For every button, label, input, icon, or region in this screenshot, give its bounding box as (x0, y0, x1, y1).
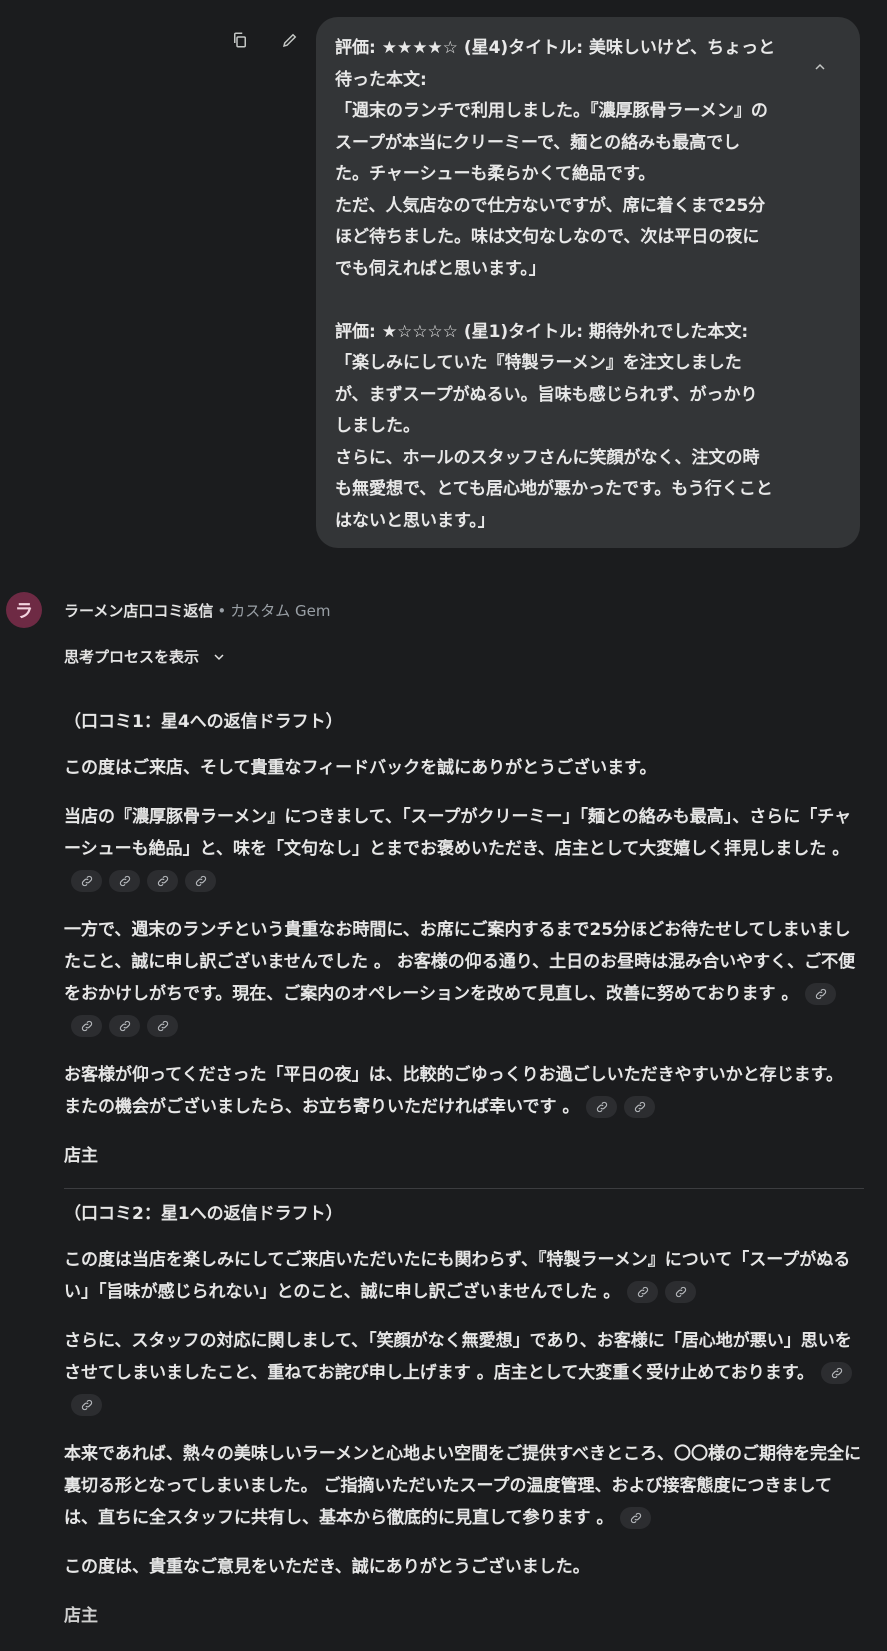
paragraph-text: 本来であれば、熱々の美味しいラーメンと心地よい空間をご提供すべきところ、〇〇様の… (64, 1444, 861, 1528)
gem-avatar: ラ (6, 592, 42, 628)
message-line: が、まずスープがぬるい。旨味も感じられず、がっかり (335, 384, 758, 405)
chevron-down-icon (214, 653, 224, 660)
citation-link-icon[interactable] (821, 1362, 853, 1384)
message-line: ただ、人気店なので仕方ないですが、席に着くまで25分 (335, 195, 766, 216)
citation-link-icon[interactable] (620, 1507, 652, 1529)
citation-chips (579, 1096, 656, 1118)
draft1-heading: （口コミ1：星4への返信ドラフト） (64, 712, 343, 732)
draft1-signature: 店主 (64, 1146, 98, 1166)
paragraph-text: この度は当店を楽しみにしてご来店いただいたにも関わらず、『特製ラーメン』について… (64, 1250, 851, 1302)
gem-header: ラ ラーメン店口コミ返信 • カスタム Gem (6, 592, 331, 628)
citation-link-icon[interactable] (71, 870, 102, 892)
citation-link-icon[interactable] (147, 870, 178, 892)
citation-link-icon[interactable] (109, 870, 140, 892)
citation-link-icon[interactable] (185, 870, 216, 892)
paragraph-text: 一方で、週末のランチという貴重なお時間に、お席にご案内するまで25分ほどお待たせ… (64, 920, 856, 1004)
citation-link-icon[interactable] (627, 1281, 659, 1303)
citation-link-icon[interactable] (586, 1096, 618, 1118)
copy-icon[interactable] (226, 26, 254, 54)
message-line: スープが本当にクリーミーで、麺との絡みも最高でし (335, 132, 741, 153)
message-line: 評価: ★☆☆☆☆ (星1)タイトル: 期待外れでした本文: (335, 321, 749, 342)
message-line: 「週末のランチで利用しました。『濃厚豚骨ラーメン』の (335, 101, 768, 121)
draft1-paragraph: 一方で、週末のランチという貴重なお時間に、お席にご案内するまで25分ほどお待たせ… (64, 914, 864, 1042)
paragraph-text: 当店の『濃厚豚骨ラーメン』につきまして、「スープがクリーミー」「麺との絡みも最高… (64, 807, 852, 859)
draft1-paragraph: この度はご来店、そして貴重なフィードバックを誠にありがとうございます。 (64, 758, 657, 778)
pencil-icon[interactable] (276, 26, 304, 54)
message-line: 「楽しみにしていた『特製ラーメン』を注文しました (335, 353, 742, 373)
citation-link-icon[interactable] (805, 983, 837, 1005)
draft2-paragraph: この度は当店を楽しみにしてご来店いただいたにも関わらず、『特製ラーメン』について… (64, 1244, 864, 1308)
gem-title: ラーメン店口コミ返信 • カスタム Gem (64, 600, 331, 621)
show-thinking-label: 思考プロセスを表示 (64, 648, 200, 666)
draft2-paragraph: 本来であれば、熱々の美味しいラーメンと心地よい空間をご提供すべきところ、〇〇様の… (64, 1438, 864, 1534)
draft2-paragraph: この度は、貴重なご意見をいただき、誠にありがとうございました。 (64, 1557, 590, 1577)
draft2-signature: 店主 (64, 1606, 98, 1626)
citation-link-icon[interactable] (624, 1096, 656, 1118)
message-line: 待った本文: (335, 69, 427, 90)
gem-separator: • (217, 601, 227, 620)
draft2-paragraph: さらに、スタッフの対応に関しまして、「笑顔がなく無愛想」であり、お客様に「居心地… (64, 1325, 864, 1421)
chevron-up-icon[interactable] (808, 55, 832, 79)
user-message-actions (226, 26, 304, 54)
citation-chips (64, 870, 216, 892)
message-line: はないと思います。」 (335, 510, 495, 531)
citation-link-icon[interactable] (71, 1015, 102, 1037)
paragraph-text: さらに、スタッフの対応に関しまして、「笑顔がなく無愛想」であり、お客様に「居心地… (64, 1331, 852, 1383)
show-thinking-toggle[interactable]: 思考プロセスを表示 (64, 646, 227, 667)
citation-link-icon[interactable] (109, 1015, 140, 1037)
citation-link-icon[interactable] (71, 1394, 102, 1416)
message-line: しました。 (335, 416, 420, 436)
paragraph-text: お客様が仰ってくださった「平日の夜」は、比較的ごゆっくりお過ごしいただきやすいか… (64, 1065, 843, 1117)
citation-chips (613, 1507, 652, 1529)
gem-response: （口コミ1：星4への返信ドラフト） この度はご来店、そして貴重なフィードバックを… (64, 706, 864, 1648)
draft1-paragraph: 当店の『濃厚豚骨ラーメン』につきまして、「スープがクリーミー」「麺との絡みも最高… (64, 801, 864, 897)
citation-link-icon[interactable] (665, 1281, 697, 1303)
user-message-bubble: 評価: ★★★★☆ (星4)タイトル: 美味しいけど、ちょっと 待った本文: 「… (316, 17, 860, 548)
citation-chips (620, 1281, 697, 1303)
message-line: ほど待ちました。味は文句なしなので、次は平日の夜に (335, 227, 760, 247)
message-line: さらに、ホールのスタッフさんに笑顔がなく、注文の時 (335, 447, 760, 468)
message-line: 評価: ★★★★☆ (星4)タイトル: 美味しいけど、ちょっと (335, 38, 776, 58)
divider (64, 1188, 864, 1189)
gem-subtitle: カスタム Gem (230, 601, 331, 620)
draft1-paragraph: お客様が仰ってくださった「平日の夜」は、比較的ごゆっくりお過ごしいただきやすいか… (64, 1059, 864, 1123)
message-line: でも伺えればと思います。」 (335, 258, 546, 279)
draft2-heading: （口コミ2：星1への返信ドラフト） (64, 1204, 343, 1224)
message-line: た。チャーシューも柔らかくて絶品です。 (335, 164, 656, 184)
citation-link-icon[interactable] (147, 1015, 178, 1037)
gem-name: ラーメン店口コミ返信 (64, 601, 214, 620)
message-line: も無愛想で、とても居心地が悪かったです。もう行くこと (335, 479, 773, 499)
